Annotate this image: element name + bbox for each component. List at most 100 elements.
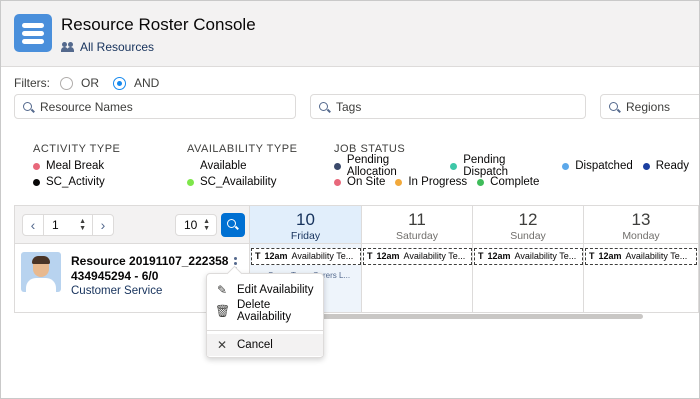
legend-dot: [187, 178, 194, 186]
legend-dot: [562, 162, 570, 170]
roster-grid: ‹ 1 ▲ ▼ › 10 ▲ ▼ 10 Friday T 12am Availabili…: [14, 205, 699, 313]
availability-time: 12am: [487, 251, 511, 261]
avatar: [21, 252, 61, 292]
regions-input[interactable]: Regions: [600, 94, 699, 119]
list-icon: [14, 14, 52, 52]
availability-block[interactable]: T 12am Availability Te...: [585, 248, 697, 265]
day-name: Saturday: [395, 230, 439, 242]
availability-type-legend: AVAILABILITY TYPE Available SC_Availabil…: [187, 143, 297, 190]
search-icon: [319, 102, 328, 111]
availability-text: Availability Te...: [625, 251, 688, 261]
regions-placeholder: Regions: [626, 99, 671, 114]
resource-names-input[interactable]: Resource Names: [14, 94, 296, 119]
chevron-right-icon[interactable]: ›: [92, 214, 114, 236]
grid-toolbar: ‹ 1 ▲ ▼ › 10 ▲ ▼: [15, 206, 250, 244]
legend-label: In Progress: [408, 176, 468, 188]
day-number: 10: [296, 210, 315, 229]
cancel-menu-item[interactable]: ✕ Cancel: [207, 334, 323, 356]
app-frame: Resource Roster Console All Resources Fi…: [0, 0, 700, 399]
people-icon: [61, 42, 74, 52]
page-number-value: 1: [52, 218, 59, 232]
legend-dot: [187, 163, 194, 170]
day-column[interactable]: 13 Monday T 12am Availability Te...: [584, 206, 698, 312]
legend-label: Meal Break: [46, 160, 105, 172]
availability-text: Availability Te...: [403, 251, 466, 261]
chevron-left-icon[interactable]: ‹: [22, 214, 44, 236]
legend-dot: [33, 178, 40, 186]
page-size-value: 10: [184, 218, 198, 232]
page-title: Resource Roster Console: [61, 15, 256, 34]
legend-item: In Progress: [395, 176, 467, 188]
legend-item: Ready: [642, 160, 689, 172]
pencil-icon: ✎: [216, 283, 228, 297]
legend-dot: [334, 178, 341, 186]
day-header: 11 Saturday: [362, 206, 472, 244]
day-column[interactable]: 11 Saturday T 12am Availability Te...: [362, 206, 473, 312]
delete-availability-menu-item[interactable]: 🗑 Delete Availability: [207, 299, 323, 323]
legend-item: Pending Dispatch: [450, 154, 552, 178]
availability-marker: T: [367, 251, 373, 261]
spinner-icon[interactable]: ▲ ▼: [79, 218, 86, 232]
legend-label: SC_Activity: [46, 176, 105, 188]
search-icon: [23, 102, 32, 111]
tags-placeholder: Tags: [336, 99, 362, 114]
day-number: 11: [408, 210, 426, 229]
legend-dot: [33, 162, 40, 170]
trash-icon: 🗑: [215, 304, 231, 318]
menu-divider: [207, 330, 323, 331]
page-number-input[interactable]: 1 ▲ ▼: [43, 214, 93, 236]
availability-marker: T: [589, 251, 595, 261]
filters-bar: Filters: OR AND: [14, 76, 163, 90]
legend-dot: [477, 178, 485, 186]
legend-label: Dispatched: [575, 160, 633, 172]
availability-text: Availability Te...: [514, 251, 577, 261]
legend-label: Complete: [490, 176, 540, 188]
availability-block[interactable]: T 12am Availability Te...: [363, 248, 472, 265]
day-name: Monday: [622, 230, 660, 242]
day-name: Friday: [290, 230, 321, 242]
or-radio-label: OR: [81, 76, 99, 90]
legend-label: On Site: [347, 176, 386, 188]
list-view-selector[interactable]: All Resources: [61, 40, 154, 54]
legend-item: Pending Allocation: [334, 154, 440, 178]
availability-text: Availability Te...: [291, 251, 354, 261]
list-view-label: All Resources: [80, 40, 155, 54]
legend-label: Ready: [655, 160, 689, 172]
search-icon: [227, 219, 236, 228]
menu-item-label: Edit Availability: [237, 284, 314, 296]
availability-block[interactable]: T 12am Availability Te...: [474, 248, 583, 265]
and-radio-label: AND: [134, 76, 160, 90]
day-column[interactable]: 12 Sunday T 12am Availability Te...: [473, 206, 584, 312]
availability-block[interactable]: T 12am Availability Te...: [251, 248, 361, 265]
tags-input[interactable]: Tags: [310, 94, 586, 119]
resource-subtitle: Customer Service: [71, 285, 163, 297]
availability-marker: T: [255, 251, 261, 261]
legend-label: Pending Allocation: [346, 154, 397, 178]
legend-item: Dispatched: [562, 160, 633, 172]
legend-item: On Site: [334, 176, 385, 188]
legend-item: Complete: [477, 176, 539, 188]
day-header: 13 Monday: [584, 206, 698, 244]
legend-label: Pending Dispatch: [463, 154, 508, 178]
header: Resource Roster Console All Resources: [1, 1, 699, 67]
search-button[interactable]: [221, 213, 245, 237]
job-status-legend: JOB STATUS Pending Allocation Pending Di…: [334, 143, 699, 190]
legend-title: ACTIVITY TYPE: [33, 143, 121, 155]
edit-availability-menu-item[interactable]: ✎ Edit Availability: [207, 279, 323, 301]
close-icon: ✕: [216, 338, 228, 352]
legend-label: SC_Availability: [200, 176, 277, 188]
menu-item-label: Cancel: [237, 339, 273, 351]
legend-dot: [395, 178, 403, 186]
day-name: Sunday: [510, 230, 546, 242]
legend-label: Available: [200, 160, 247, 172]
legend-dot: [334, 162, 341, 170]
and-radio[interactable]: [113, 76, 126, 90]
availability-time: 12am: [264, 251, 288, 261]
availability-time: 12am: [598, 251, 622, 261]
day-number: 13: [631, 210, 651, 229]
or-radio[interactable]: [60, 76, 73, 90]
availability-marker: T: [478, 251, 484, 261]
spinner-icon[interactable]: ▲ ▼: [203, 218, 210, 232]
filters-label: Filters:: [14, 76, 50, 90]
page-size-input[interactable]: 10 ▲ ▼: [175, 214, 217, 236]
